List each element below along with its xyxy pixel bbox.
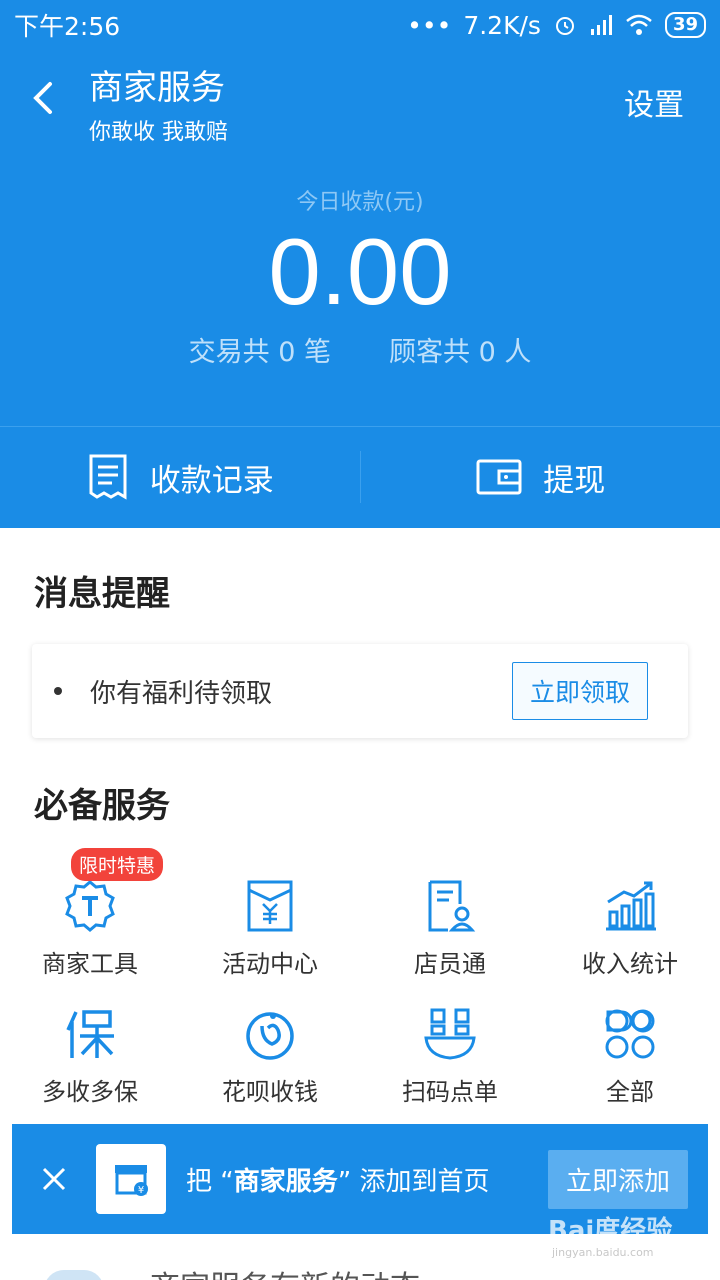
service-event-center[interactable]: 活动中心 (180, 878, 360, 979)
service-all[interactable]: 全部 (540, 1006, 720, 1107)
service-insurance[interactable]: 多收多保 (0, 1006, 180, 1107)
message-card[interactable]: 你有福利待领取 立即领取 (32, 644, 688, 738)
add-to-home-text: 把 “商家服务” 添加到首页 (186, 1161, 548, 1198)
add-text-app-name: 商家服务 (233, 1166, 338, 1197)
service-label: 收入统计 (582, 950, 678, 978)
watermark-url: jingyan.baidu.com (552, 1246, 654, 1259)
all-apps-icon (605, 1009, 655, 1059)
customer-count: 顾客共 0 人 (389, 337, 532, 368)
insurance-icon (66, 1010, 114, 1058)
withdraw-button[interactable]: 提现 (361, 455, 720, 500)
limited-offer-badge: 限时特惠 (71, 848, 164, 881)
header: 商家服务 你敢收 我敢赔 设置 今日收款(元) 0.00 交易共 0 笔 顾客共… (0, 50, 720, 528)
bottom-peek-text: 商家服务有新的动态 (150, 1262, 420, 1280)
status-time: 下午2:56 (14, 12, 121, 41)
today-income-amount: 0.00 (268, 219, 452, 324)
action-row: 收款记录 提现 (0, 427, 720, 527)
add-text-suffix: ” 添加到首页 (337, 1166, 490, 1197)
network-speed: 7.2K/s (463, 10, 541, 40)
receipt-records-label: 收款记录 (149, 462, 274, 499)
add-text-prefix: 把 “ (186, 1166, 234, 1197)
service-scan-order[interactable]: 扫码点单 (360, 1006, 540, 1107)
avatar (44, 1270, 104, 1280)
service-label: 活动中心 (222, 950, 318, 978)
back-arrow-icon[interactable] (24, 78, 64, 118)
service-label: 店员通 (414, 950, 486, 978)
claim-now-button[interactable]: 立即领取 (511, 662, 648, 720)
alarm-icon (555, 17, 574, 35)
service-merchant-tools[interactable]: 商家工具 (0, 878, 180, 979)
service-label: 全部 (606, 1078, 654, 1106)
service-label: 多收多保 (42, 1078, 138, 1106)
event-envelope-icon (247, 880, 293, 932)
service-label: 扫码点单 (402, 1078, 498, 1106)
wallet-icon (476, 459, 522, 495)
service-income-stats[interactable]: 收入统计 (540, 878, 720, 979)
huabei-icon (246, 1012, 294, 1060)
shop-icon: ¥ (115, 1165, 148, 1196)
staff-icon (428, 880, 476, 932)
income-chart-icon (606, 881, 656, 931)
receipt-records-button[interactable]: 收款记录 (0, 453, 360, 501)
message-text: 你有福利待领取 (90, 678, 273, 709)
add-now-button[interactable]: 立即添加 (547, 1149, 688, 1209)
watermark: Bai度经验 (548, 1216, 673, 1246)
bullet-dot (54, 687, 62, 695)
service-label: 商家工具 (42, 950, 138, 978)
merchant-tool-icon (65, 880, 115, 932)
service-huabei[interactable]: 花呗收钱 (180, 1006, 360, 1107)
stats-row: 交易共 0 笔 顾客共 0 人 (0, 330, 720, 369)
battery-indicator: 39 (664, 12, 706, 38)
transaction-count: 交易共 0 笔 (188, 337, 331, 368)
wifi-icon (626, 14, 652, 35)
svg-text:¥: ¥ (138, 1185, 144, 1196)
today-income-label: 今日收款(元) (296, 190, 424, 215)
close-icon[interactable] (32, 1157, 76, 1201)
scan-order-icon (424, 1008, 476, 1060)
withdraw-label: 提现 (543, 462, 606, 499)
status-bar: 下午2:56 ••• 7.2K/s 39 (0, 0, 720, 50)
service-staff[interactable]: 店员通 (360, 878, 540, 979)
services-section-title: 必备服务 (34, 786, 170, 826)
service-label: 花呗收钱 (222, 1078, 318, 1106)
page-title: 商家服务 (89, 68, 225, 108)
more-dots: ••• (407, 10, 452, 40)
messages-section-title: 消息提醒 (34, 574, 170, 614)
page-subtitle: 你敢收 我敢赔 (89, 120, 228, 145)
settings-button[interactable]: 设置 (624, 80, 684, 124)
app-tile: ¥ (96, 1144, 166, 1214)
signal-icon (590, 15, 612, 35)
receipt-icon (89, 454, 127, 500)
